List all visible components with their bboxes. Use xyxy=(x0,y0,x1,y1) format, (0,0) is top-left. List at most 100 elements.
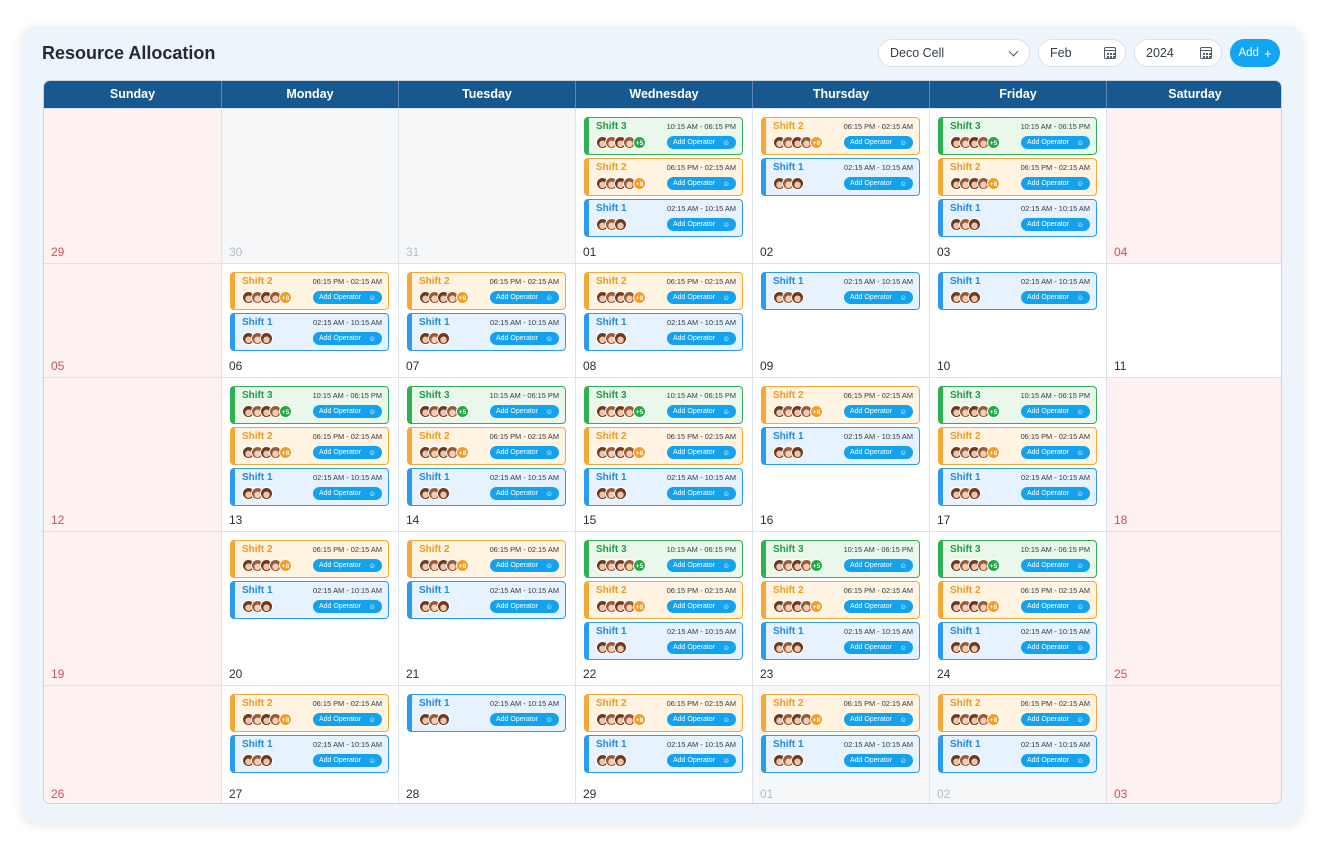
add-operator-button[interactable]: Add Operator ☺ xyxy=(490,559,559,572)
add-operator-button[interactable]: Add Operator ☺ xyxy=(313,754,382,767)
add-operator-button[interactable]: Add Operator ☺ xyxy=(844,754,913,767)
shift-card[interactable]: Shift 1 02:15 AM - 10:15 AM Add Operator ☺ xyxy=(938,468,1097,506)
add-operator-button[interactable]: Add Operator ☺ xyxy=(667,291,736,304)
add-operator-button[interactable]: Add Operator ☺ xyxy=(313,487,382,500)
shift-card[interactable]: Shift 2 06:15 PM - 02:15 AM +8 Add Operator… xyxy=(584,272,743,310)
more-operators-badge[interactable]: +8 xyxy=(987,713,1000,726)
add-operator-button[interactable]: Add Operator ☺ xyxy=(667,754,736,767)
day-cell[interactable]: Shift 3 10:15 AM - 06:15 PM +5 Add Operator… xyxy=(575,377,752,531)
add-operator-button[interactable]: Add Operator ☺ xyxy=(844,600,913,613)
more-operators-badge[interactable]: +5 xyxy=(633,136,646,149)
shift-card[interactable]: Shift 1 02:15 AM - 10:15 AM Add Operator ☺ xyxy=(407,313,566,351)
more-operators-badge[interactable]: +8 xyxy=(810,405,823,418)
day-cell[interactable]: Shift 2 06:15 PM - 02:15 AM +8 Add Operator… xyxy=(929,685,1106,803)
more-operators-badge[interactable]: +5 xyxy=(456,405,469,418)
day-cell[interactable]: Shift 2 06:15 PM - 02:15 AM +8 Add Operator… xyxy=(752,685,929,803)
day-cell[interactable]: Shift 2 06:15 PM - 02:15 AM +8 Add Operator… xyxy=(221,531,398,685)
day-cell[interactable]: Shift 3 10:15 AM - 06:15 PM +5 Add Operator… xyxy=(929,108,1106,263)
day-cell[interactable]: 31 xyxy=(398,108,575,263)
shift-card[interactable]: Shift 1 02:15 AM - 10:15 AM Add Operator ☺ xyxy=(761,272,920,310)
add-operator-button[interactable]: Add Operator ☺ xyxy=(1021,405,1090,418)
shift-card[interactable]: Shift 2 06:15 PM - 02:15 AM +8 Add Operator… xyxy=(584,427,743,465)
more-operators-badge[interactable]: +8 xyxy=(279,559,292,572)
day-cell[interactable]: Shift 2 06:15 PM - 02:15 AM +8 Add Operator… xyxy=(398,531,575,685)
add-operator-button[interactable]: Add Operator ☺ xyxy=(667,446,736,459)
shift-card[interactable]: Shift 1 02:15 AM - 10:15 AM Add Operator ☺ xyxy=(761,622,920,660)
shift-card[interactable]: Shift 1 02:15 AM - 10:15 AM Add Operator ☺ xyxy=(761,735,920,773)
add-operator-button[interactable]: Add Operator ☺ xyxy=(1021,600,1090,613)
shift-card[interactable]: Shift 1 02:15 AM - 10:15 AM Add Operator ☺ xyxy=(584,468,743,506)
shift-card[interactable]: Shift 1 02:15 AM - 10:15 AM Add Operator ☺ xyxy=(584,622,743,660)
more-operators-badge[interactable]: +8 xyxy=(456,559,469,572)
shift-card[interactable]: Shift 2 06:15 PM - 02:15 AM +8 Add Operator… xyxy=(761,117,920,155)
shift-card[interactable]: Shift 1 02:15 AM - 10:15 AM Add Operator ☺ xyxy=(938,272,1097,310)
more-operators-badge[interactable]: +8 xyxy=(279,446,292,459)
shift-card[interactable]: Shift 2 06:15 PM - 02:15 AM +8 Add Operator… xyxy=(407,427,566,465)
shift-card[interactable]: Shift 3 10:15 AM - 06:15 PM +5 Add Operator… xyxy=(938,117,1097,155)
shift-card[interactable]: Shift 2 06:15 PM - 02:15 AM +8 Add Operator… xyxy=(584,158,743,196)
add-operator-button[interactable]: Add Operator ☺ xyxy=(667,600,736,613)
shift-card[interactable]: Shift 3 10:15 AM - 06:15 PM +5 Add Operator… xyxy=(584,540,743,578)
day-cell[interactable]: 05 xyxy=(44,263,221,377)
shift-card[interactable]: Shift 1 02:15 AM - 10:15 AM Add Operator ☺ xyxy=(230,313,389,351)
day-cell[interactable]: Shift 2 06:15 PM - 02:15 AM +8 Add Operator… xyxy=(221,263,398,377)
add-operator-button[interactable]: Add Operator ☺ xyxy=(1021,559,1090,572)
day-cell[interactable]: Shift 3 10:15 AM - 06:15 PM +5 Add Operator… xyxy=(752,531,929,685)
add-operator-button[interactable]: Add Operator ☺ xyxy=(667,136,736,149)
shift-card[interactable]: Shift 1 02:15 AM - 10:15 AM Add Operator ☺ xyxy=(938,199,1097,237)
add-operator-button[interactable]: Add Operator ☺ xyxy=(667,641,736,654)
shift-card[interactable]: Shift 2 06:15 PM - 02:15 AM +8 Add Operator… xyxy=(407,272,566,310)
add-operator-button[interactable]: Add Operator ☺ xyxy=(1021,218,1090,231)
add-operator-button[interactable]: Add Operator ☺ xyxy=(1021,754,1090,767)
more-operators-badge[interactable]: +5 xyxy=(279,405,292,418)
month-picker[interactable]: Feb xyxy=(1038,39,1126,67)
shift-card[interactable]: Shift 2 06:15 PM - 02:15 AM +8 Add Operator… xyxy=(407,540,566,578)
more-operators-badge[interactable]: +5 xyxy=(633,405,646,418)
more-operators-badge[interactable]: +5 xyxy=(633,559,646,572)
shift-card[interactable]: Shift 3 10:15 AM - 06:15 PM +5 Add Operator… xyxy=(230,386,389,424)
shift-card[interactable]: Shift 2 06:15 PM - 02:15 AM +8 Add Operator… xyxy=(938,158,1097,196)
day-cell[interactable]: Shift 1 02:15 AM - 10:15 AM Add Operator ☺ 1… xyxy=(929,263,1106,377)
more-operators-badge[interactable]: +8 xyxy=(810,600,823,613)
add-operator-button[interactable]: Add Operator ☺ xyxy=(667,177,736,190)
add-operator-button[interactable]: Add Operator ☺ xyxy=(313,559,382,572)
day-cell[interactable]: 30 xyxy=(221,108,398,263)
shift-card[interactable]: Shift 1 02:15 AM - 10:15 AM Add Operator ☺ xyxy=(938,622,1097,660)
shift-card[interactable]: Shift 2 06:15 PM - 02:15 AM +8 Add Operator… xyxy=(584,581,743,619)
add-operator-button[interactable]: Add Operator ☺ xyxy=(313,405,382,418)
shift-card[interactable]: Shift 2 06:15 PM - 02:15 AM +8 Add Operator… xyxy=(584,694,743,732)
add-operator-button[interactable]: Add Operator ☺ xyxy=(490,405,559,418)
shift-card[interactable]: Shift 2 06:15 PM - 02:15 AM +8 Add Operator… xyxy=(230,694,389,732)
shift-card[interactable]: Shift 1 02:15 AM - 10:15 AM Add Operator ☺ xyxy=(407,694,566,732)
day-cell[interactable]: Shift 3 10:15 AM - 06:15 PM +5 Add Operator… xyxy=(221,377,398,531)
add-operator-button[interactable]: Add Operator ☺ xyxy=(490,713,559,726)
day-cell[interactable]: Shift 1 02:15 AM - 10:15 AM Add Operator ☺ 0… xyxy=(752,263,929,377)
add-operator-button[interactable]: Add Operator ☺ xyxy=(313,446,382,459)
day-cell[interactable]: Shift 3 10:15 AM - 06:15 PM +5 Add Operator… xyxy=(575,531,752,685)
shift-card[interactable]: Shift 2 06:15 PM - 02:15 AM +8 Add Operator… xyxy=(938,581,1097,619)
day-cell[interactable]: Shift 2 06:15 PM - 02:15 AM +8 Add Operator… xyxy=(398,263,575,377)
add-operator-button[interactable]: Add Operator ☺ xyxy=(1021,487,1090,500)
day-cell[interactable]: 04 xyxy=(1106,108,1281,263)
shift-card[interactable]: Shift 1 02:15 AM - 10:15 AM Add Operator ☺ xyxy=(230,581,389,619)
more-operators-badge[interactable]: +8 xyxy=(456,446,469,459)
day-cell[interactable]: 12 xyxy=(44,377,221,531)
add-operator-button[interactable]: Add Operator ☺ xyxy=(313,600,382,613)
day-cell[interactable]: Shift 2 06:15 PM - 02:15 AM +8 Add Operator… xyxy=(752,108,929,263)
add-operator-button[interactable]: Add Operator ☺ xyxy=(844,446,913,459)
more-operators-badge[interactable]: +8 xyxy=(633,177,646,190)
day-cell[interactable]: Shift 3 10:15 AM - 06:15 PM +5 Add Operator… xyxy=(575,108,752,263)
shift-card[interactable]: Shift 2 06:15 PM - 02:15 AM +8 Add Operator… xyxy=(938,427,1097,465)
add-operator-button[interactable]: Add Operator ☺ xyxy=(667,332,736,345)
shift-card[interactable]: Shift 1 02:15 AM - 10:15 AM Add Operator ☺ xyxy=(230,735,389,773)
day-cell[interactable]: 26 xyxy=(44,685,221,803)
add-operator-button[interactable]: Add Operator ☺ xyxy=(490,487,559,500)
day-cell[interactable]: Shift 3 10:15 AM - 06:15 PM +5 Add Operator… xyxy=(929,377,1106,531)
more-operators-badge[interactable]: +8 xyxy=(633,446,646,459)
shift-card[interactable]: Shift 1 02:15 AM - 10:15 AM Add Operator ☺ xyxy=(938,735,1097,773)
day-cell[interactable]: 19 xyxy=(44,531,221,685)
more-operators-badge[interactable]: +5 xyxy=(987,405,1000,418)
more-operators-badge[interactable]: +8 xyxy=(987,600,1000,613)
more-operators-badge[interactable]: +8 xyxy=(633,713,646,726)
more-operators-badge[interactable]: +5 xyxy=(987,136,1000,149)
